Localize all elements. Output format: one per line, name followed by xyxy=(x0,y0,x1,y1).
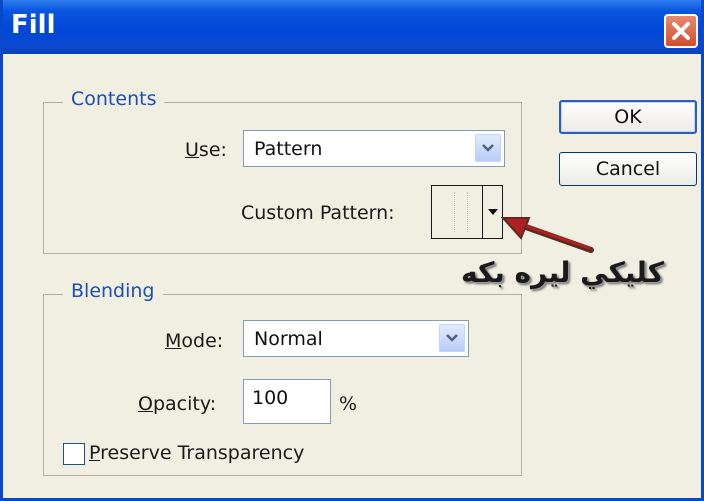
mode-label: Mode: xyxy=(165,330,224,352)
blending-legend: Blending xyxy=(63,280,163,302)
use-label: Use: xyxy=(185,139,227,161)
custom-pattern-label: Custom Pattern: xyxy=(241,202,395,224)
mode-value: Normal xyxy=(254,328,323,350)
dialog-title: Fill xyxy=(11,10,56,40)
mode-dropdown[interactable]: Normal xyxy=(243,320,469,357)
cancel-button[interactable]: Cancel xyxy=(559,152,697,186)
chevron-down-icon xyxy=(446,334,458,342)
opacity-label: Opacity: xyxy=(138,393,217,415)
chevron-down-icon xyxy=(482,144,494,152)
use-dropdown[interactable]: Pattern xyxy=(243,130,505,167)
opacity-input[interactable]: 100 xyxy=(243,379,331,424)
annotation-text: كليكي ليره بكه xyxy=(461,256,664,289)
custom-pattern-picker[interactable] xyxy=(431,185,503,239)
close-icon xyxy=(672,22,690,40)
use-value: Pattern xyxy=(254,138,323,160)
preserve-transparency-label[interactable]: Preserve Transparency xyxy=(89,442,304,464)
opacity-unit: % xyxy=(339,393,358,415)
contents-legend: Contents xyxy=(63,88,165,110)
preserve-transparency-checkbox[interactable] xyxy=(63,443,85,465)
mode-dropdown-button[interactable] xyxy=(439,324,465,352)
caret-down-icon xyxy=(488,209,498,215)
pattern-swatch xyxy=(454,192,468,232)
fill-dialog: Fill Contents Use: Pattern Custom Patter… xyxy=(0,0,704,501)
close-button[interactable] xyxy=(664,14,698,48)
ok-button[interactable]: OK xyxy=(559,100,697,134)
title-bar[interactable]: Fill xyxy=(3,0,701,54)
arrow-icon xyxy=(500,217,594,253)
use-dropdown-button[interactable] xyxy=(475,134,501,162)
